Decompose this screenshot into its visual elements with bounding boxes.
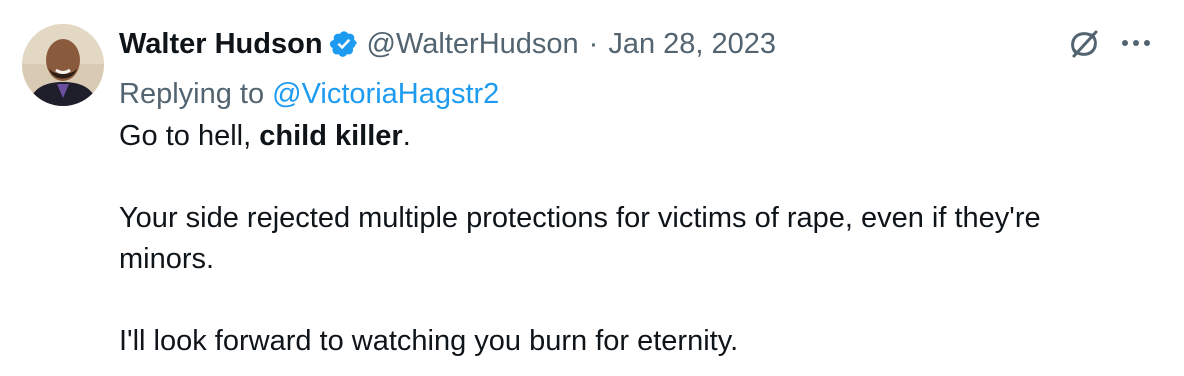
tweet-bold-text: child killer — [259, 120, 403, 152]
separator-dot: · — [588, 27, 599, 60]
author-display-name[interactable]: Walter Hudson — [119, 28, 323, 61]
replying-to-handle-link[interactable]: @VictoriaHagstr2 — [272, 78, 499, 110]
author-handle[interactable]: @WalterHudson — [367, 28, 579, 61]
more-options-icon[interactable] — [1118, 36, 1154, 50]
tweet-header: Walter Hudson @WalterHudson · Jan 28, 20… — [119, 22, 1119, 66]
replying-to-line: Replying to @VictoriaHagstr2 — [119, 72, 1119, 116]
replying-to-label: Replying to — [119, 78, 273, 110]
grok-icon[interactable] — [1066, 26, 1102, 62]
tweet-paragraph-3: I'll look forward to watching you burn f… — [119, 325, 739, 357]
tweet-content: Walter Hudson @WalterHudson · Jan 28, 20… — [119, 22, 1119, 362]
verified-badge-icon — [329, 29, 359, 59]
tweet-paragraph-1: Go to hell, child killer. — [119, 116, 1119, 157]
tweet-body: Go to hell, child killer. Your side reje… — [119, 116, 1119, 362]
tweet-date[interactable]: Jan 28, 2023 — [608, 28, 776, 61]
tweet-paragraph-2: Your side rejected multiple protections … — [119, 202, 1041, 275]
tweet-text-segment: . — [402, 120, 411, 152]
avatar[interactable] — [22, 24, 104, 106]
tweet-text-segment: Go to hell, — [119, 120, 260, 152]
